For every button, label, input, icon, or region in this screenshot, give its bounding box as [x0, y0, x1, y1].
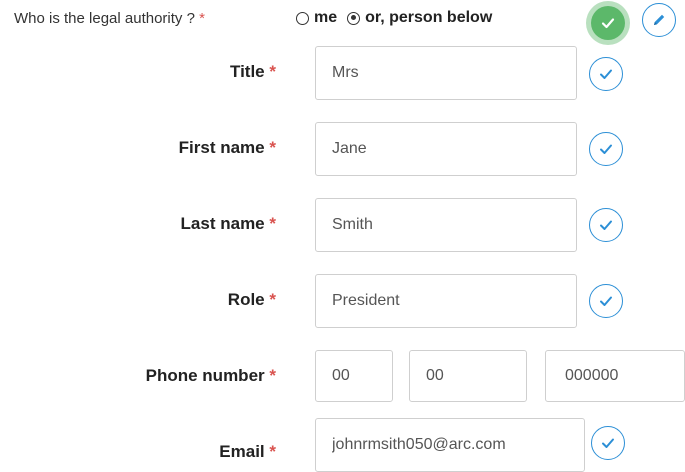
legal-authority-question: Who is the legal authority ? *	[14, 10, 205, 27]
check-icon	[600, 144, 612, 154]
radio-button-me[interactable]	[296, 11, 309, 25]
radio-label-person-below: or, person below	[365, 9, 493, 26]
validate-role-button[interactable]	[589, 284, 623, 318]
radio-option-me[interactable]: me	[296, 9, 337, 27]
check-icon	[600, 296, 612, 306]
phone-country-code-field[interactable]	[315, 350, 393, 402]
legal-authority-radio-group: me or, person below	[296, 9, 492, 27]
validate-email-button[interactable]	[591, 426, 625, 460]
first-name-field[interactable]	[315, 122, 577, 176]
edit-button[interactable]	[642, 3, 676, 37]
radio-label-me: me	[314, 9, 338, 26]
email-field[interactable]	[315, 418, 585, 472]
pencil-icon	[650, 11, 668, 29]
role-label: Role *	[227, 290, 276, 309]
role-field[interactable]	[315, 274, 577, 328]
phone-number-label: Phone number *	[145, 366, 276, 385]
radio-option-person-below[interactable]: or, person below	[347, 9, 492, 27]
validate-last-name-button[interactable]	[589, 208, 623, 242]
check-icon	[600, 69, 612, 79]
confirm-button[interactable]	[586, 1, 630, 45]
title-field[interactable]	[315, 46, 577, 100]
validate-first-name-button[interactable]	[589, 132, 623, 166]
title-label: Title *	[230, 62, 276, 81]
check-icon	[600, 220, 612, 230]
last-name-field[interactable]	[315, 198, 577, 252]
first-name-label: First name *	[178, 138, 276, 157]
phone-number-field[interactable]	[545, 350, 685, 402]
radio-button-person-below[interactable]	[347, 11, 361, 25]
check-icon	[602, 438, 614, 448]
validate-title-button[interactable]	[589, 57, 623, 91]
required-asterisk: *	[199, 10, 205, 27]
email-label: Email *	[219, 442, 276, 461]
question-text: Who is the legal authority ?	[14, 10, 195, 27]
phone-area-code-field[interactable]	[409, 350, 527, 402]
last-name-label: Last name *	[180, 214, 276, 233]
check-circle-icon	[591, 6, 625, 40]
